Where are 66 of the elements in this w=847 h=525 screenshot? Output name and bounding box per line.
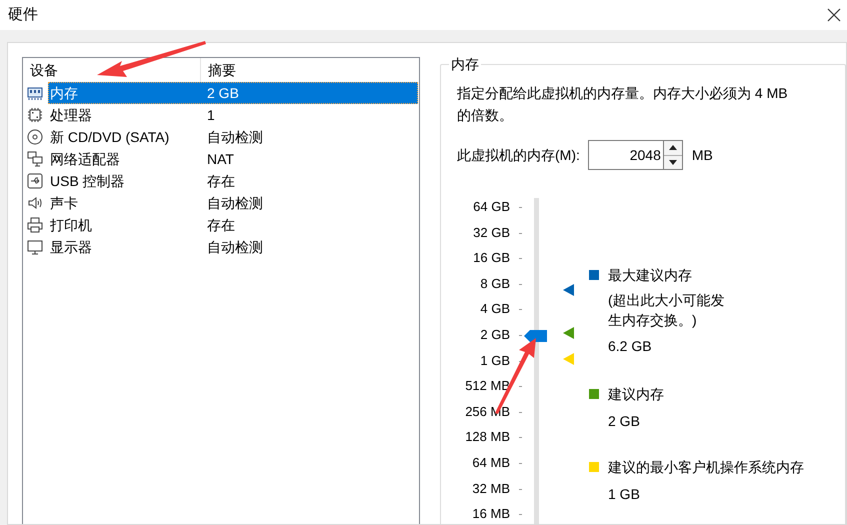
device-row[interactable]: 新 CD/DVD (SATA) 自动检测 bbox=[48, 126, 418, 148]
limit-marker-icon bbox=[563, 327, 574, 339]
scale-label: 64 GB bbox=[472, 199, 510, 215]
table-cell-text: 自动检测 bbox=[206, 238, 263, 256]
table-cell-text: 打印机 bbox=[49, 216, 93, 234]
down-triangle-icon bbox=[668, 160, 677, 165]
device-row[interactable]: 打印机 存在 bbox=[48, 214, 418, 236]
scale-label: 32 GB bbox=[472, 224, 510, 241]
table-cell-text: 存在 bbox=[206, 216, 235, 234]
scale-label: 64 MB bbox=[471, 455, 510, 471]
scale-label: 4 GB bbox=[479, 301, 510, 318]
legend-value: 2 GB bbox=[608, 412, 641, 431]
table-cell-text: 1 bbox=[206, 106, 215, 124]
monitors-icon bbox=[27, 151, 43, 167]
table-cell-text: 自动检测 bbox=[206, 194, 263, 212]
scale-label: 8 GB bbox=[479, 276, 510, 292]
scale-label: 32 MB bbox=[471, 480, 510, 497]
table-cell-text: 声卡 bbox=[49, 194, 79, 212]
scale-label: 2 GB bbox=[479, 327, 510, 343]
up-triangle-icon bbox=[668, 145, 677, 150]
spin-up-button[interactable] bbox=[664, 141, 682, 156]
table-cell-text: 2 GB bbox=[206, 84, 239, 102]
device-row[interactable]: 内存 2 GB bbox=[48, 82, 418, 104]
legend-title: 最大建议内存 bbox=[608, 266, 693, 285]
legend-title: 建议内存 bbox=[608, 385, 664, 404]
table-cell-text: 存在 bbox=[206, 172, 235, 190]
unit-label: MB bbox=[692, 146, 713, 164]
table-cell-text: NAT bbox=[206, 150, 234, 168]
window-title: 硬件 bbox=[8, 4, 38, 25]
slider-track[interactable] bbox=[534, 198, 539, 524]
table-cell-text: 处理器 bbox=[49, 106, 93, 124]
table-cell-text: 自动检测 bbox=[206, 128, 263, 146]
table-cell-text: 新 CD/DVD (SATA) bbox=[49, 128, 170, 147]
device-row[interactable]: 声卡 自动检测 bbox=[48, 192, 418, 214]
table-cell-text: 显示器 bbox=[49, 238, 93, 256]
description-text: 指定分配给此虚拟机的内存量。内存大小必须为 4 MB 的倍数。 bbox=[457, 84, 789, 125]
device-row[interactable]: 处理器 1 bbox=[48, 104, 418, 126]
memory-input-field[interactable]: 2048 bbox=[588, 140, 664, 170]
usb-icon bbox=[27, 173, 43, 189]
group-title: 内存 bbox=[449, 55, 481, 73]
column-header[interactable]: 摘要 bbox=[201, 58, 419, 82]
scale-label: 16 GB bbox=[472, 250, 510, 266]
device-row[interactable]: 显示器 自动检测 bbox=[48, 236, 418, 258]
limit-marker-icon bbox=[563, 353, 574, 365]
device-row[interactable]: 网络适配器 NAT bbox=[48, 148, 418, 170]
speaker-icon bbox=[27, 195, 43, 211]
device-row[interactable]: USB 控制器 存在 bbox=[48, 170, 418, 192]
scale-label: 1 GB bbox=[479, 352, 510, 369]
scale-label: 128 MB bbox=[464, 429, 510, 446]
table-cell-text: 网络适配器 bbox=[49, 150, 121, 168]
monitor-icon bbox=[27, 239, 43, 255]
table-cell-text: USB 控制器 bbox=[49, 172, 126, 190]
table-cell-text: 内存 bbox=[49, 84, 79, 102]
memory-module-icon bbox=[27, 85, 43, 101]
legend-title: 建议的最小客户机操作系统内存 bbox=[608, 458, 804, 477]
legend-note: (超出此大小可能发生内存交换。) bbox=[608, 291, 726, 330]
legend-value: 1 GB bbox=[608, 485, 641, 504]
legend-value: 6.2 GB bbox=[608, 337, 653, 356]
limit-marker-icon bbox=[563, 284, 574, 296]
scale-label: 16 MB bbox=[471, 506, 510, 522]
slider-thumb[interactable] bbox=[524, 330, 547, 342]
field-label: 此虚拟机的内存(M): bbox=[457, 146, 580, 165]
disc-icon bbox=[27, 129, 43, 145]
printer-icon bbox=[27, 217, 43, 233]
close-icon[interactable] bbox=[826, 7, 842, 23]
chip-icon bbox=[27, 107, 43, 123]
